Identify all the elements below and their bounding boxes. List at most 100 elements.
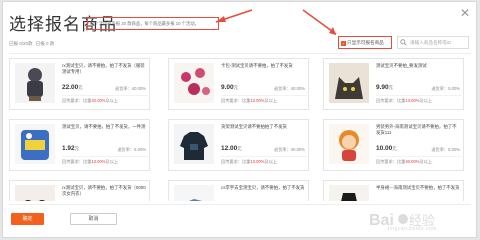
requirement-line: 回传要求：比重13.00%及以上 — [221, 95, 307, 104]
product-image — [15, 185, 55, 201]
selection-counter: 已报 0/20款 已报 0 款 — [9, 41, 56, 47]
product-image — [329, 63, 369, 103]
requirement-prefix: 回传要求：比重 — [221, 159, 251, 164]
cancel-button[interactable]: 取消 — [70, 213, 117, 225]
requirement-value: 13.00% — [250, 159, 265, 164]
return-rate-label: 退货率： — [431, 147, 449, 152]
product-card[interactable]: rx测试宝贝，请不要拍，拍了不发货（服装测试专用） 22.00元 退货率：40.… — [9, 58, 150, 110]
requirement-value: 13.00% — [91, 159, 106, 164]
product-name: rx测试宝贝，请不要拍，拍了不发货（0000次女内衣） — [62, 185, 146, 196]
return-rate-value: 5.00% — [448, 147, 460, 152]
search-icon — [400, 39, 407, 46]
product-image — [174, 124, 214, 164]
return-rate-label: 退货率： — [431, 86, 449, 91]
counter-done: 已报 0/20款 — [9, 41, 33, 46]
requirement-value: 40.00% — [91, 98, 106, 103]
product-card[interactable]: 半身裙---海南测试宝贝不要拍，拍了不发货 — [323, 180, 464, 201]
return-rate-value: 5.00% — [134, 147, 146, 152]
watermark-url: jingyan.baidu.com — [388, 226, 437, 232]
requirement-line: 回传要求：比重13.00%及以上 — [221, 156, 307, 165]
product-name: cs李宇去宝测宝贝，请不要拍，拍了不发货 — [221, 185, 305, 190]
product-card[interactable]: rx测试宝贝，请不要拍，拍了不发货（0000次女内衣） — [9, 180, 150, 201]
return-rate-label: 退货率： — [115, 86, 132, 91]
product-card[interactable]: 货架测试宝贝请不要拍拍了不发货 12.00元 退货率：40.00% 回传要求：比… — [168, 119, 309, 171]
requirement-suffix: 及以上 — [419, 159, 433, 164]
product-image — [329, 185, 369, 201]
product-name: rx测试宝贝，请不要拍，拍了不发货（服装测试专用） — [62, 63, 145, 74]
price-unit: 元 — [233, 85, 238, 90]
requirement-line: 回传要求：比重40.00%及以上 — [376, 156, 462, 165]
product-image — [329, 124, 369, 164]
return-rate-value: 5.00% — [448, 86, 460, 91]
price-value: 9.90 — [376, 84, 389, 91]
product-price: 22.00元 — [62, 84, 83, 91]
price-value: 12.00 — [221, 145, 238, 152]
return-rate: 退货率：40.00% — [274, 147, 305, 153]
product-price: 9.90元 — [376, 84, 393, 91]
return-rate-label: 退货率： — [274, 86, 291, 91]
return-rate-label: 退货率： — [274, 147, 291, 152]
footer-divider — [9, 204, 471, 205]
price-unit: 元 — [237, 146, 242, 151]
counter-selected: 已报 0 款 — [35, 41, 55, 46]
requirement-suffix: 及以上 — [105, 159, 119, 164]
product-image — [15, 63, 55, 103]
requirement-line: 回传要求：比重40.00%及以上 — [62, 95, 148, 104]
only-eligible-checkbox[interactable]: ✓ — [341, 41, 346, 46]
product-image — [174, 63, 214, 103]
return-rate-label: 退货率： — [117, 147, 135, 152]
product-card[interactable]: 测试宝贝，请不要拍，拍了不发货，一件测 1.92元 退货率：5.00% 回传要求… — [9, 119, 150, 171]
requirement-suffix: 及以上 — [264, 159, 278, 164]
price-line: 9.00元 退货率：40.00% — [221, 84, 305, 92]
product-price: 9.00元 — [221, 84, 238, 91]
requirement-prefix: 回传要求：比重 — [221, 98, 251, 103]
price-unit: 元 — [392, 146, 397, 151]
header-divider — [9, 53, 471, 54]
limit-hint: 每个活动最多报 20 款商品，每个商品最多报 10 个活动。 — [87, 17, 219, 30]
requirement-line: 回传要求：比重13.00%及以上 — [376, 95, 462, 104]
product-name: 男装男外-海南测试宝贝请不要拍，拍了不发货111 — [376, 124, 457, 135]
requirement-line: 回传要求：比重13.00%及以上 — [62, 156, 148, 165]
return-rate: 退货率：40.00% — [115, 86, 146, 92]
requirement-prefix: 回传要求：比重 — [62, 159, 92, 164]
price-value: 22.00 — [62, 84, 79, 91]
price-line: 22.00元 退货率：40.00% — [62, 84, 146, 92]
return-rate-value: 40.00% — [131, 86, 146, 91]
price-unit: 元 — [388, 85, 393, 90]
requirement-suffix: 及以上 — [264, 98, 278, 103]
product-name: 货架测试宝贝请不要拍拍了不发货 — [221, 124, 287, 129]
return-rate: 退货率：5.00% — [431, 86, 460, 92]
product-search-input[interactable]: 请输入商品名称或ID — [397, 36, 469, 49]
close-icon[interactable]: ✕ — [460, 7, 470, 19]
only-eligible-label: 只显示可报名商品 — [347, 40, 384, 45]
return-rate-value: 40.00% — [290, 147, 305, 152]
price-line: 12.00元 退货率：40.00% — [221, 145, 305, 153]
requirement-prefix: 回传要求：比重 — [376, 159, 406, 164]
requirement-value: 13.00% — [250, 98, 265, 103]
return-rate-value: 40.00% — [290, 86, 305, 91]
return-rate: 退货率：5.00% — [117, 147, 146, 153]
only-eligible-filter[interactable]: ✓ 只显示可报名商品 — [338, 36, 392, 49]
product-price: 10.00元 — [376, 145, 397, 152]
requirement-prefix: 回传要求：比重 — [376, 98, 406, 103]
product-name: 卡包-测试宝贝请不要拍，拍了不发货 — [221, 63, 293, 68]
price-value: 1.92 — [62, 145, 75, 152]
product-card[interactable]: cs李宇去宝测宝贝，请不要拍，拍了不发货 — [168, 180, 309, 201]
price-line: 10.00元 退货率：5.00% — [376, 145, 460, 153]
requirement-suffix: 及以上 — [419, 98, 433, 103]
product-name: 测试宝贝，请不要拍，拍了不发货，一件测 — [62, 124, 146, 129]
product-image — [174, 185, 214, 201]
price-value: 10.00 — [376, 145, 393, 152]
product-name: 半身裙---海南测试宝贝不要拍，拍了不发货 — [376, 185, 460, 190]
product-card[interactable]: 测试宝贝不要拍_要发测试 9.90元 退货率：5.00% 回传要求：比重13.0… — [323, 58, 464, 110]
price-line: 1.92元 退货率：5.00% — [62, 145, 146, 153]
price-line: 9.90元 退货率：5.00% — [376, 84, 460, 92]
product-card[interactable]: 卡包-测试宝贝请不要拍，拍了不发货 9.00元 退货率：40.00% 回传要求：… — [168, 58, 309, 110]
product-price: 1.92元 — [62, 145, 79, 152]
price-unit: 元 — [74, 146, 79, 151]
product-image — [15, 124, 55, 164]
product-card[interactable]: 男装男外-海南测试宝贝请不要拍，拍了不发货111 10.00元 退货率：5.00… — [323, 119, 464, 171]
confirm-button[interactable]: 确定 — [11, 213, 44, 225]
price-value: 9.00 — [221, 84, 234, 91]
product-price: 12.00元 — [221, 145, 242, 152]
